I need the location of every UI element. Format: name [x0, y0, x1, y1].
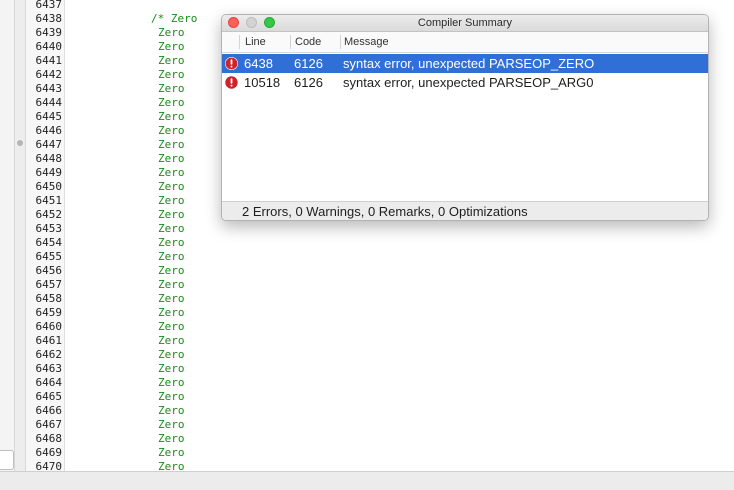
code-line[interactable]: Zero — [158, 390, 185, 404]
code-line[interactable]: Zero — [158, 110, 185, 124]
line-number: 6453 — [35, 222, 63, 235]
table-row[interactable]: 10518 6126 syntax error, unexpected PARS… — [222, 73, 708, 92]
line-number: 6444 — [35, 96, 63, 109]
line-number: 6450 — [35, 180, 63, 193]
table-row[interactable]: 6438 6126 syntax error, unexpected PARSE… — [222, 54, 708, 73]
code-line[interactable]: Zero — [158, 222, 185, 236]
code-line[interactable]: Zero — [158, 250, 185, 264]
line-number: 6469 — [35, 446, 63, 459]
row-message: syntax error, unexpected PARSEOP_ARG0 — [343, 75, 594, 90]
line-number: 6459 — [35, 306, 63, 319]
code-line[interactable]: Zero — [158, 180, 185, 194]
line-number: 6448 — [35, 152, 63, 165]
line-number: 6442 — [35, 68, 63, 81]
code-line[interactable]: Zero — [158, 68, 185, 82]
line-number: 6441 — [35, 54, 63, 67]
column-header-message[interactable]: Message — [340, 32, 700, 52]
navigator-strip — [0, 0, 15, 471]
column-header-line[interactable]: Line — [241, 32, 290, 52]
code-line[interactable]: Zero — [158, 334, 185, 348]
code-line[interactable]: Zero — [158, 236, 185, 250]
line-number: 6466 — [35, 404, 63, 417]
line-number: 6467 — [35, 418, 63, 431]
line-number: 6456 — [35, 264, 63, 277]
code-line[interactable]: Zero — [158, 96, 185, 110]
line-number: 6438 — [35, 12, 63, 25]
code-line[interactable]: Zero — [158, 404, 185, 418]
line-number: 6454 — [35, 236, 63, 249]
line-number: 6452 — [35, 208, 63, 221]
status-bar — [0, 471, 734, 490]
window-titlebar[interactable]: Compiler Summary — [222, 15, 708, 32]
code-line[interactable]: Zero — [158, 306, 185, 320]
code-line[interactable]: Zero — [158, 138, 185, 152]
line-number: 6463 — [35, 362, 63, 375]
column-separator — [239, 35, 240, 49]
code-line[interactable]: Zero — [158, 264, 185, 278]
line-number-gutter: 6437 6438 6439 6440 6441 6442 6443 6444 6445 6446… — [26, 0, 65, 473]
line-number: 6460 — [35, 320, 63, 333]
summary-bar: 2 Errors, 0 Warnings, 0 Remarks, 0 Optim… — [222, 201, 708, 220]
code-line[interactable]: Zero — [158, 82, 185, 96]
table-header: Line Code Message — [222, 32, 708, 53]
row-code: 6126 — [294, 75, 323, 90]
row-code: 6126 — [294, 56, 323, 71]
code-line[interactable]: Zero — [158, 348, 185, 362]
code-line[interactable]: Zero — [158, 418, 185, 432]
line-number: 6446 — [35, 124, 63, 137]
row-line: 6438 — [244, 56, 273, 71]
code-line[interactable]: Zero — [158, 292, 185, 306]
line-number: 6455 — [35, 250, 63, 263]
code-line[interactable]: Zero — [158, 166, 185, 180]
code-line[interactable]: Zero — [158, 54, 185, 68]
column-header-code[interactable]: Code — [291, 32, 340, 52]
code-line[interactable]: Zero — [158, 208, 185, 222]
line-number: 6464 — [35, 376, 63, 389]
summary-text: 2 Errors, 0 Warnings, 0 Remarks, 0 Optim… — [242, 204, 528, 219]
error-icon — [225, 57, 238, 70]
line-number: 6439 — [35, 26, 63, 39]
code-line[interactable]: Zero — [158, 152, 185, 166]
line-number: 6468 — [35, 432, 63, 445]
line-number: 6458 — [35, 292, 63, 305]
code-line[interactable]: Zero — [158, 446, 185, 460]
code-line[interactable]: Zero — [158, 40, 185, 54]
error-icon — [225, 76, 238, 89]
code-line[interactable]: /* Zero — [151, 12, 197, 26]
code-line[interactable]: Zero — [158, 278, 185, 292]
code-line[interactable]: Zero — [158, 320, 185, 334]
code-line[interactable]: Zero — [158, 124, 185, 138]
divider-grip-icon[interactable] — [17, 140, 23, 146]
line-number: 6462 — [35, 348, 63, 361]
row-line: 10518 — [244, 75, 281, 90]
code-line[interactable]: Zero — [158, 432, 185, 446]
line-number: 6445 — [35, 110, 63, 123]
split-view-divider[interactable] — [15, 0, 26, 471]
line-number: 6451 — [35, 194, 63, 207]
code-line[interactable]: Zero — [158, 26, 185, 40]
line-number: 6447 — [35, 138, 63, 151]
row-message: syntax error, unexpected PARSEOP_ZERO — [343, 56, 595, 71]
window-title: Compiler Summary — [417, 17, 513, 29]
compiler-summary-window: Compiler Summary Line Code Message 6438 … — [221, 14, 709, 221]
line-number: 6449 — [35, 166, 63, 179]
filter-field[interactable] — [0, 450, 14, 470]
line-number: 6440 — [35, 40, 63, 53]
line-number: 6465 — [35, 390, 63, 403]
line-number: 6437 — [35, 0, 63, 11]
code-line[interactable]: Zero — [158, 362, 185, 376]
line-number: 6461 — [35, 334, 63, 347]
line-number: 6457 — [35, 278, 63, 291]
code-line[interactable]: Zero — [158, 194, 185, 208]
line-number: 6443 — [35, 82, 63, 95]
code-line[interactable]: Zero — [158, 376, 185, 390]
